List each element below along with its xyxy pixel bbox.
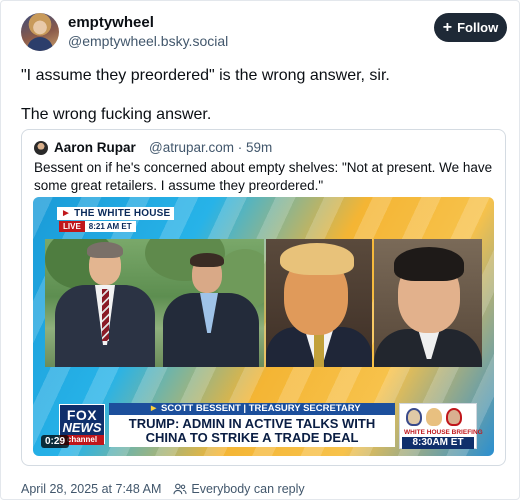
- follow-button[interactable]: + Follow: [434, 13, 507, 42]
- author-handle[interactable]: @emptywheel.bsky.social: [68, 33, 228, 49]
- quote-author-avatar[interactable]: [34, 141, 48, 155]
- video-duration: 0:29: [41, 435, 70, 448]
- quote-author-handle: @atrupar.com · 59m: [149, 140, 273, 155]
- author-avatar[interactable]: [21, 13, 59, 51]
- video-player[interactable]: ► THE WHITE HOUSE LIVE 8:21 AM ET FOX NE…: [33, 197, 494, 456]
- briefing-thumbnails: [404, 406, 472, 428]
- quote-author-name[interactable]: Aaron Rupar: [54, 140, 136, 155]
- post-text-line: The wrong fucking answer.: [21, 106, 212, 123]
- reply-audience[interactable]: Everybody can reply: [191, 482, 304, 496]
- author-display-name[interactable]: emptywheel: [68, 14, 154, 31]
- lower-third-nameplate: ► SCOTT BESSENT | TREASURY SECRETARY: [109, 403, 395, 415]
- post-timestamp[interactable]: April 28, 2025 at 7:48 AM: [21, 482, 161, 496]
- follow-button-label: Follow: [457, 20, 499, 35]
- post-footer: April 28, 2025 at 7:48 AM Everybody can …: [21, 482, 305, 496]
- video-network-tag: ► THE WHITE HOUSE: [57, 207, 175, 220]
- video-frame-portrait-right: [374, 239, 482, 367]
- video-frame-portrait-left: [266, 239, 372, 367]
- video-live-tag: LIVE 8:21 AM ET: [59, 221, 136, 232]
- briefing-box: WHITE HOUSE BRIEFING 8:30AM ET: [399, 403, 483, 449]
- post-text-line: "I assume they preordered" is the wrong …: [21, 67, 390, 84]
- video-frame-interview: [45, 239, 264, 367]
- people-icon: [173, 483, 187, 495]
- quote-text: Bessent on if he's concerned about empty…: [34, 160, 493, 193]
- post-body: "I assume they preordered" is the wrong …: [21, 65, 501, 125]
- plus-icon: +: [442, 18, 453, 36]
- post-card[interactable]: emptywheel @emptywheel.bsky.social + Fol…: [0, 0, 520, 500]
- lower-third-headline: TRUMP: ADMIN IN ACTIVE TALKS WITH CHINA …: [109, 415, 395, 447]
